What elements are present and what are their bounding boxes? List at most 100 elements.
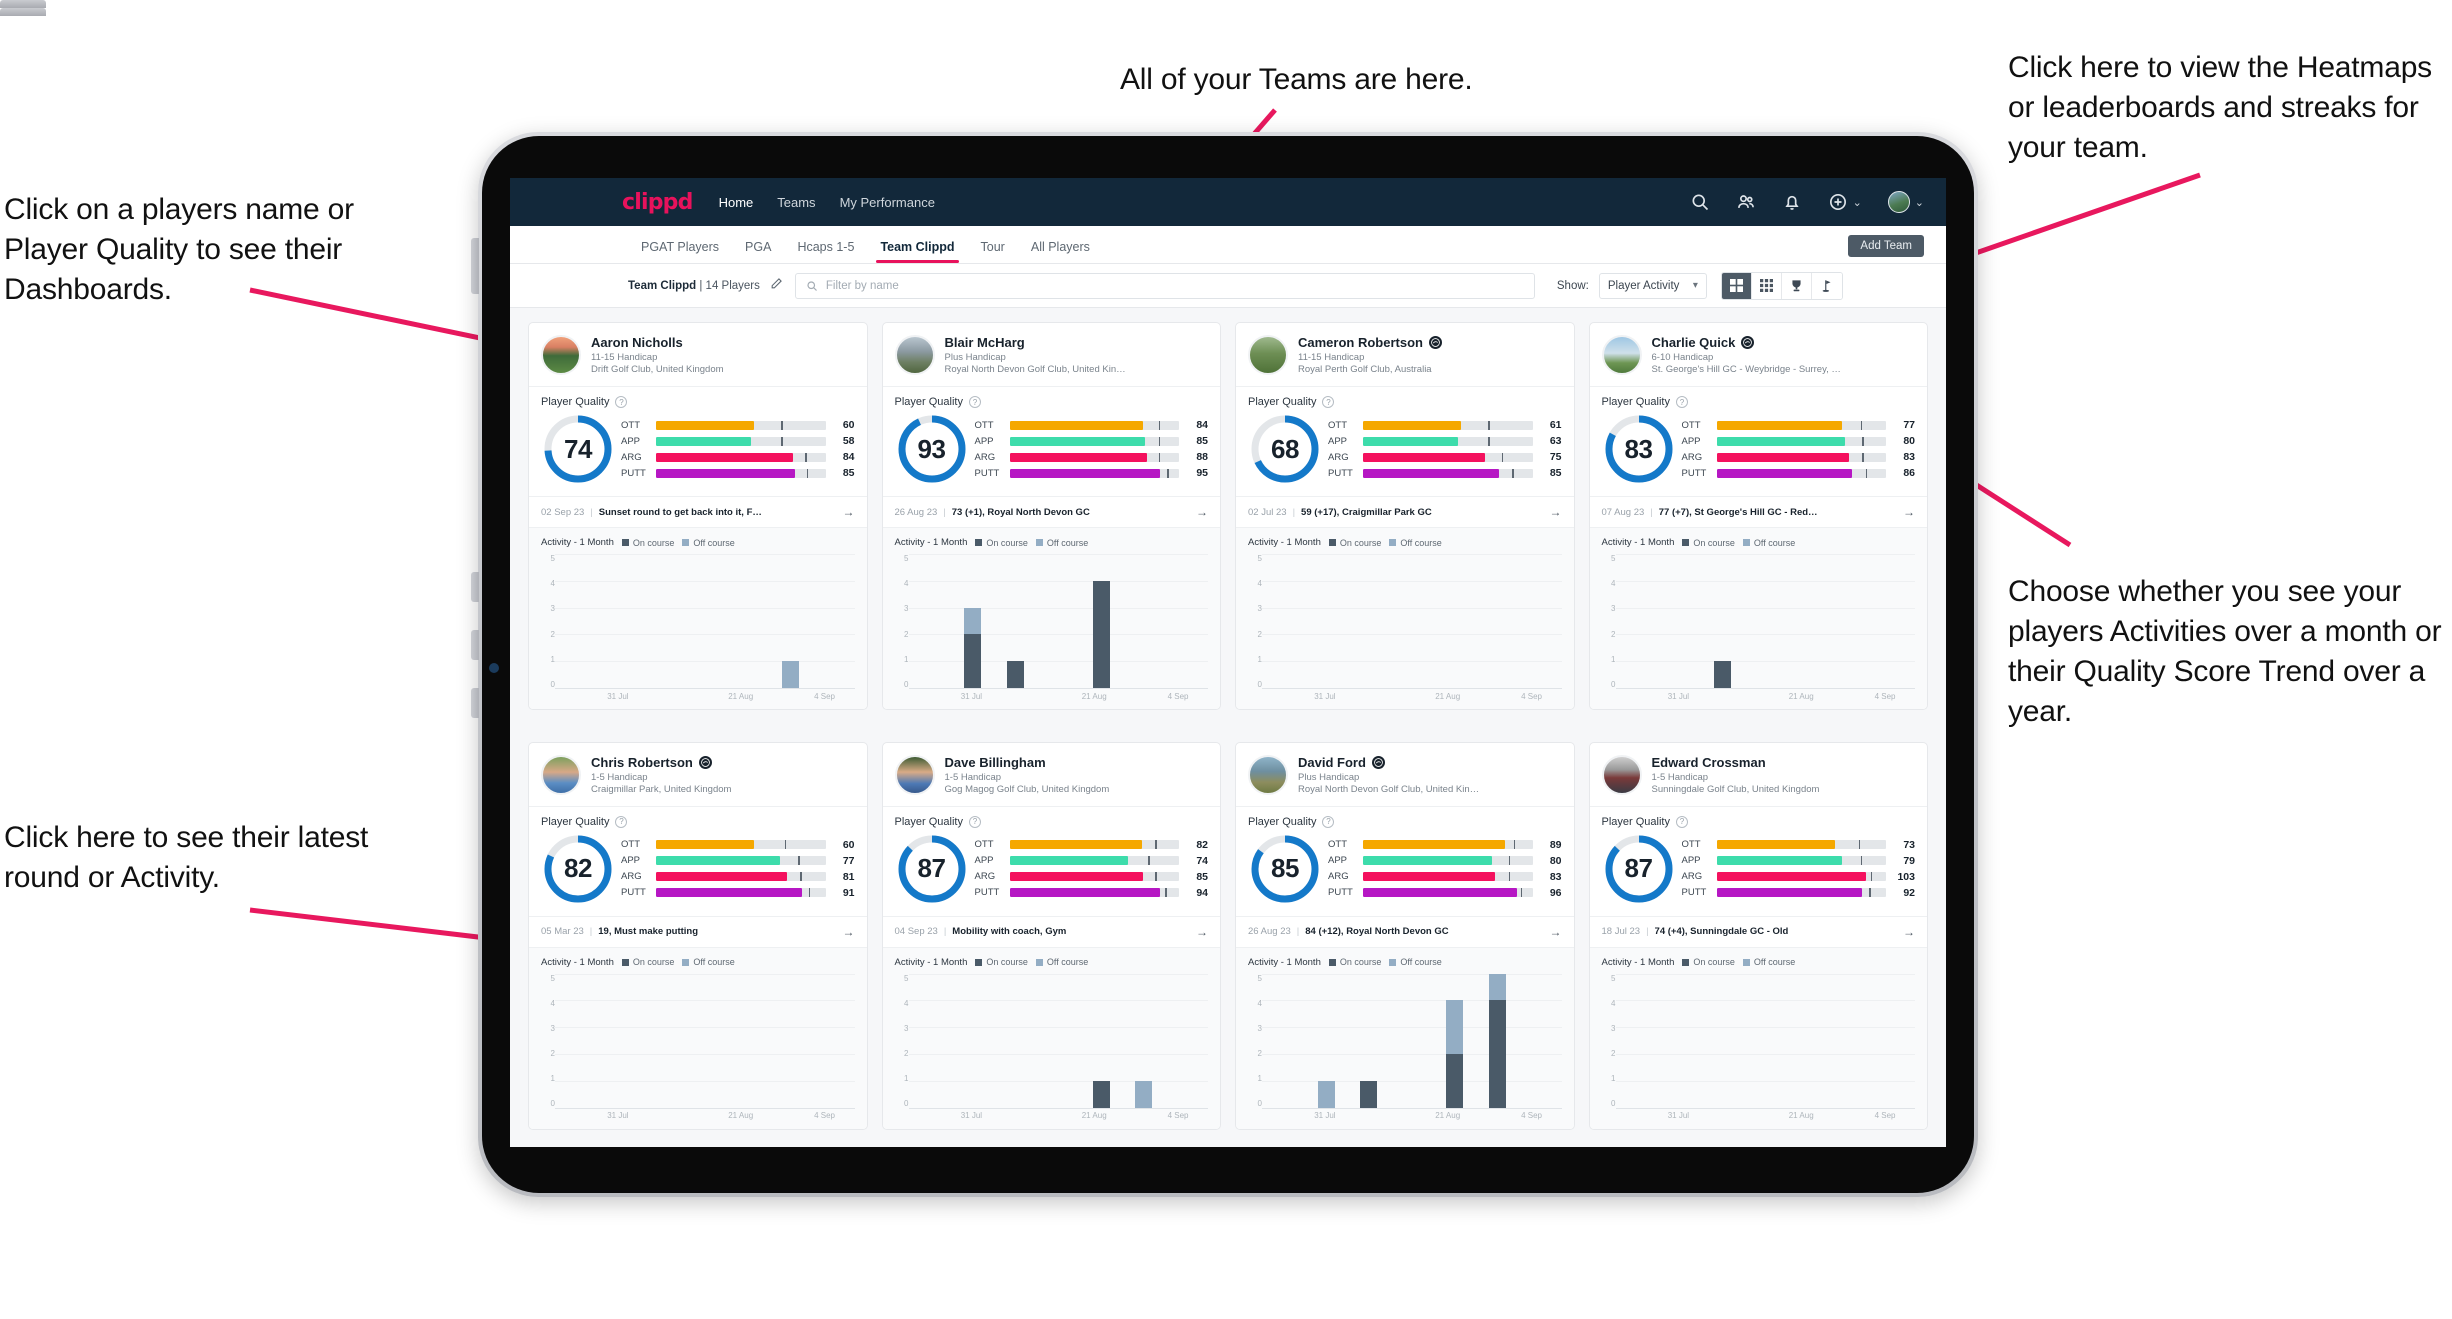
arrow-right-icon[interactable]: → xyxy=(1903,505,1915,519)
search-input[interactable]: Filter by name xyxy=(794,272,1535,299)
arrow-right-icon[interactable]: → xyxy=(1550,505,1562,519)
player-name[interactable]: Dave Billingham xyxy=(945,755,1110,770)
player-quality-body[interactable]: 93 OTT 84 APP 85 ARG 88 PUTT 95 xyxy=(882,410,1220,497)
tab-team-clippd[interactable]: Team Clippd xyxy=(867,240,967,263)
help-icon[interactable]: ? xyxy=(615,815,628,828)
player-name[interactable]: Chris Robertson xyxy=(591,755,731,770)
arrow-right-icon[interactable]: → xyxy=(843,505,855,519)
create-menu[interactable]: ⌄ xyxy=(1828,192,1862,212)
player-card[interactable]: Edward Crossman 1-5 Handicap Sunningdale G… xyxy=(1588,741,1928,1130)
people-icon[interactable] xyxy=(1736,192,1756,212)
latest-round-row[interactable]: 26 Aug 23 | 84 (+12), Royal North Devon GC… xyxy=(1236,916,1574,948)
player-card-header[interactable]: Edward Crossman 1-5 Handicap Sunningdale G… xyxy=(1589,743,1927,807)
player-card[interactable]: Blair McHarg Plus Handicap Royal North Dev… xyxy=(881,322,1221,710)
bell-icon[interactable] xyxy=(1782,192,1802,212)
arrow-right-icon[interactable]: → xyxy=(1196,925,1208,939)
player-card[interactable]: Cameron Robertson 11-15 Handicap Royal Per… xyxy=(1235,322,1575,710)
help-icon[interactable]: ? xyxy=(1675,815,1688,828)
player-quality-body[interactable]: 83 OTT 77 APP 80 ARG 83 PUTT 86 xyxy=(1589,410,1927,497)
help-icon[interactable]: ? xyxy=(1675,396,1688,408)
player-name[interactable]: Charlie Quick xyxy=(1652,335,1841,350)
player-name[interactable]: Edward Crossman xyxy=(1652,755,1820,770)
player-card[interactable]: Charlie Quick 6-10 Handicap St. George's H… xyxy=(1588,322,1928,710)
player-quality-body[interactable]: 85 OTT 89 APP 80 ARG 83 PUTT 96 xyxy=(1236,830,1574,917)
arrow-right-icon[interactable]: → xyxy=(1903,925,1915,939)
player-card-header[interactable]: David Ford Plus Handicap Royal North Devon… xyxy=(1236,743,1574,807)
player-card[interactable]: Chris Robertson 1-5 Handicap Craigmillar P… xyxy=(528,741,868,1130)
help-icon[interactable]: ? xyxy=(968,815,981,828)
player-name[interactable]: David Ford xyxy=(1298,755,1479,770)
plus-circle-icon[interactable] xyxy=(1828,192,1848,212)
player-card[interactable]: Aaron Nicholls 11-15 Handicap Drift Golf C… xyxy=(528,322,868,710)
grid-dense-icon[interactable] xyxy=(1751,272,1782,299)
x-tick: 31 Jul xyxy=(607,1111,629,1120)
player-card-header[interactable]: Chris Robertson 1-5 Handicap Craigmillar P… xyxy=(529,743,867,807)
player-quality-body[interactable]: 74 OTT 60 APP 58 ARG 84 PUTT 85 xyxy=(529,410,867,497)
latest-round-row[interactable]: 02 Jul 23 | 59 (+17), Craigmillar Park GC → xyxy=(1236,497,1574,528)
trophy-icon[interactable] xyxy=(1781,272,1812,299)
nav-link-home[interactable]: Home xyxy=(719,195,754,210)
quality-gauge[interactable]: 83 xyxy=(1602,412,1676,486)
avatar[interactable] xyxy=(894,335,935,375)
pencil-icon[interactable] xyxy=(770,277,783,295)
avatar[interactable] xyxy=(1248,754,1288,795)
profile-menu[interactable]: ⌄ xyxy=(1887,191,1924,213)
player-quality-body[interactable]: 87 OTT 73 APP 79 ARG 103 PUTT 92 xyxy=(1589,830,1927,917)
arrow-right-icon[interactable]: → xyxy=(1196,505,1208,519)
nav-link-my-performance[interactable]: My Performance xyxy=(840,195,935,210)
player-card-header[interactable]: Blair McHarg Plus Handicap Royal North Dev… xyxy=(882,323,1220,387)
latest-round-row[interactable]: 07 Aug 23 | 77 (+7), St George's Hill GC -… xyxy=(1589,497,1927,528)
grid-large-icon[interactable] xyxy=(1721,272,1752,299)
latest-round-row[interactable]: 04 Sep 23 | Mobility with coach, Gym → xyxy=(882,916,1220,948)
help-icon[interactable]: ? xyxy=(968,396,981,408)
avatar[interactable] xyxy=(1887,191,1910,213)
avatar[interactable] xyxy=(541,335,581,375)
latest-round-row[interactable]: 02 Sep 23 | Sunset round to get back into … xyxy=(529,497,867,528)
tab-pgat-players[interactable]: PGAT Players xyxy=(628,240,732,263)
player-quality-body[interactable]: 68 OTT 61 APP 63 ARG 75 PUTT 85 xyxy=(1236,410,1574,497)
quality-gauge[interactable]: 93 xyxy=(895,412,969,486)
player-card-header[interactable]: Dave Billingham 1-5 Handicap Gog Magog Gol… xyxy=(882,743,1220,807)
add-team-button[interactable]: Add Team xyxy=(1848,235,1924,257)
latest-round-row[interactable]: 18 Jul 23 | 74 (+4), Sunningdale GC - Old → xyxy=(1589,916,1927,948)
avatar[interactable] xyxy=(1248,335,1288,375)
quality-gauge[interactable]: 74 xyxy=(541,412,615,486)
flag-icon[interactable] xyxy=(1811,272,1842,299)
player-name[interactable]: Aaron Nicholls xyxy=(591,335,724,350)
avatar[interactable] xyxy=(894,754,935,795)
player-name[interactable]: Blair McHarg xyxy=(945,335,1126,350)
player-card[interactable]: David Ford Plus Handicap Royal North Devon… xyxy=(1235,741,1575,1130)
player-quality-label: Player Quality xyxy=(1601,396,1670,408)
quality-gauge[interactable]: 87 xyxy=(895,832,969,906)
help-icon[interactable]: ? xyxy=(615,396,628,408)
player-card[interactable]: Dave Billingham 1-5 Handicap Gog Magog Gol… xyxy=(881,741,1221,1130)
show-select[interactable]: Player Activity ▾ xyxy=(1598,272,1707,299)
quality-gauge[interactable]: 68 xyxy=(1248,412,1322,486)
help-icon[interactable]: ? xyxy=(1322,815,1335,828)
latest-round-row[interactable]: 26 Aug 23 | 73 (+1), Royal North Devon GC → xyxy=(882,497,1220,528)
tab-hcaps-1-5[interactable]: Hcaps 1-5 xyxy=(784,240,867,263)
arrow-right-icon[interactable]: → xyxy=(843,925,855,939)
tab-tour[interactable]: Tour xyxy=(968,240,1018,263)
quality-gauge[interactable]: 85 xyxy=(1248,832,1322,906)
clippd-logo[interactable]: clippd xyxy=(622,190,693,215)
quality-gauge[interactable]: 82 xyxy=(541,832,615,906)
player-card-header[interactable]: Charlie Quick 6-10 Handicap St. George's H… xyxy=(1589,323,1927,387)
arrow-right-icon[interactable]: → xyxy=(1550,925,1562,939)
tab-pga[interactable]: PGA xyxy=(732,240,784,263)
avatar[interactable] xyxy=(1601,754,1642,795)
tab-all-players[interactable]: All Players xyxy=(1018,240,1103,263)
player-name[interactable]: Cameron Robertson xyxy=(1298,335,1442,350)
search-icon[interactable] xyxy=(1690,192,1710,212)
player-quality-body[interactable]: 87 OTT 82 APP 74 ARG 85 PUTT 94 xyxy=(882,830,1220,917)
help-icon[interactable]: ? xyxy=(1322,396,1335,408)
player-quality-body[interactable]: 82 OTT 60 APP 77 ARG 81 PUTT 91 xyxy=(529,830,867,917)
nav-link-teams[interactable]: Teams xyxy=(777,195,815,210)
show-filter: Show: Player Activity ▾ xyxy=(1557,272,1707,299)
player-card-header[interactable]: Aaron Nicholls 11-15 Handicap Drift Golf C… xyxy=(529,323,867,387)
avatar[interactable] xyxy=(1601,335,1642,375)
latest-round-row[interactable]: 05 Mar 23 | 19, Must make putting → xyxy=(529,916,867,948)
player-card-header[interactable]: Cameron Robertson 11-15 Handicap Royal Per… xyxy=(1236,323,1574,387)
avatar[interactable] xyxy=(541,754,581,795)
quality-gauge[interactable]: 87 xyxy=(1602,832,1676,906)
